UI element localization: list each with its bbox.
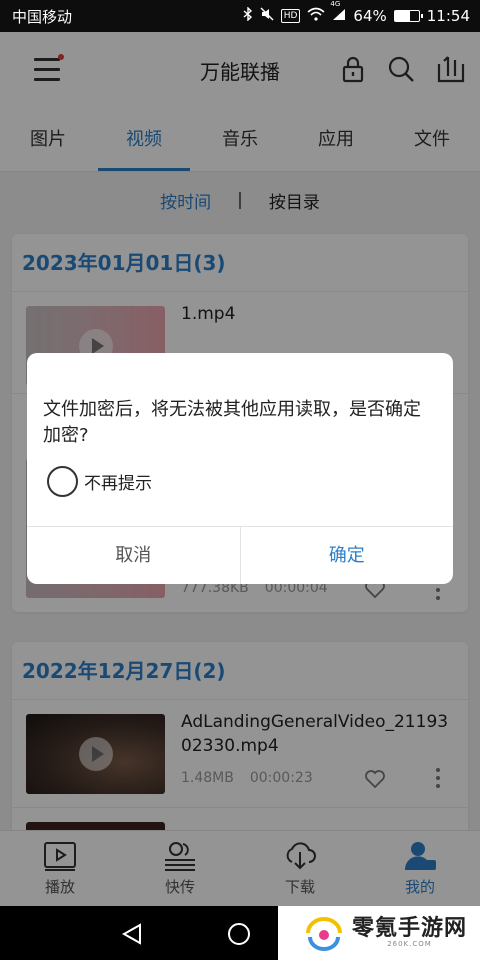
battery-icon <box>393 10 423 22</box>
status-icons: HD 4G 64% 11:54 <box>243 0 470 25</box>
signal-label: 4G <box>330 0 341 8</box>
hd-badge: HD <box>280 9 301 23</box>
bluetooth-icon <box>243 6 253 25</box>
watermark-text: 零氪手游网 <box>352 916 468 941</box>
watermark-logo <box>306 917 342 951</box>
clock: 11:54 <box>426 7 470 25</box>
signal-icon: 4G <box>330 0 346 25</box>
dont-remind-label: 不再提示 <box>84 474 152 494</box>
confirm-button[interactable]: 确定 <box>241 527 454 584</box>
dont-remind-option[interactable]: 不再提示 <box>47 466 152 497</box>
mute-icon <box>260 7 274 25</box>
dont-remind-radio[interactable] <box>47 466 78 497</box>
status-bar: 中国移动 HD 4G 64% 11:54 <box>0 0 480 32</box>
watermark: 零氪手游网 260K.COM <box>278 906 480 960</box>
dialog-message: 文件加密后，将无法被其他应用读取，是否确定加密? <box>43 399 421 446</box>
dialog-buttons: 取消 确定 <box>27 526 453 584</box>
battery-percent: 64% <box>353 7 387 25</box>
wifi-icon <box>307 7 325 25</box>
back-icon[interactable] <box>120 922 144 946</box>
battery-fill <box>394 11 411 21</box>
cancel-button[interactable]: 取消 <box>27 527 241 584</box>
encrypt-confirm-dialog: 文件加密后，将无法被其他应用读取，是否确定加密? 不再提示 取消 确定 <box>27 353 453 584</box>
carrier-label: 中国移动 <box>12 7 73 26</box>
watermark-sub: 260K.COM <box>387 940 432 948</box>
home-icon[interactable] <box>228 923 250 945</box>
